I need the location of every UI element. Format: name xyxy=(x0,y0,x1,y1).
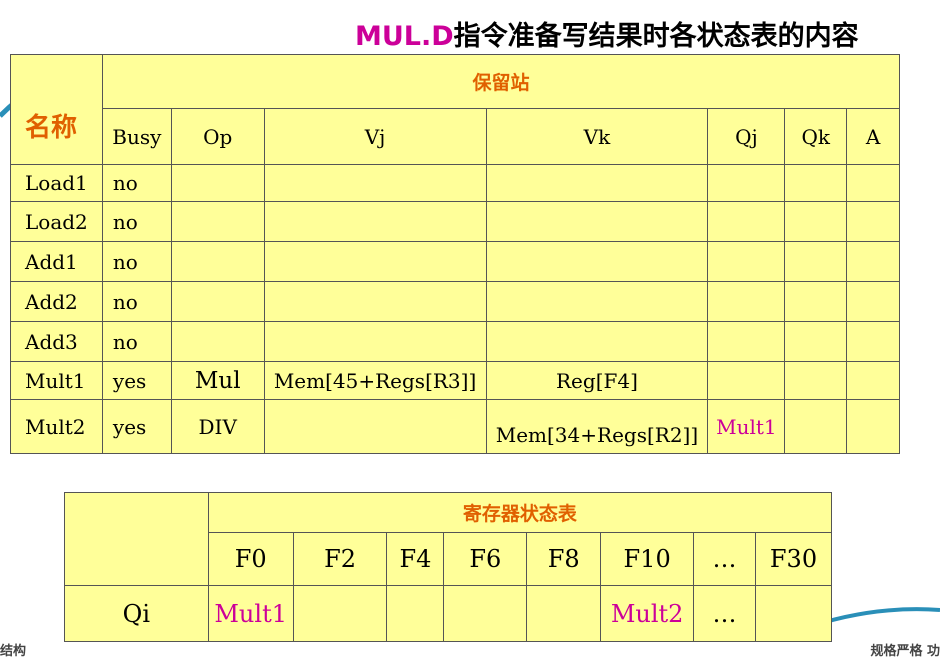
op-cell: DIV xyxy=(170,399,265,454)
table-row: Load1 no xyxy=(10,164,900,202)
table-row: Mult2 yes DIV Mem[34+Regs[R2]] Mult1 xyxy=(10,399,900,454)
vj-cell xyxy=(263,399,487,454)
reg-col-header: F0 xyxy=(207,532,294,586)
vj-cell xyxy=(263,241,487,282)
title-accent: MUL.D xyxy=(355,21,454,52)
op-cell xyxy=(170,281,265,322)
op-cell xyxy=(170,321,265,362)
reg-col-header: F6 xyxy=(443,532,528,586)
reg-col-header: F4 xyxy=(386,532,445,586)
qk-cell xyxy=(784,399,848,454)
table-row: Qi Mult1 Mult2 … xyxy=(64,585,832,642)
reg-col-header: … xyxy=(693,532,756,586)
op-cell xyxy=(170,241,265,282)
footer-right-text: 规格严格 功 xyxy=(870,644,940,659)
title-rest: 指令准备写结果时各状态表的内容 xyxy=(453,21,859,52)
busy-cell: no xyxy=(101,241,172,282)
op-cell xyxy=(170,164,265,202)
vk-cell xyxy=(485,164,709,202)
reg-col-header: F10 xyxy=(600,532,695,586)
reservation-station-table: 名称 保留站 Busy Op Vj Vk Qj Qk A Load1 no Lo… xyxy=(10,54,901,454)
vk-cell xyxy=(485,201,709,242)
vj-cell xyxy=(263,201,487,242)
qj-cell xyxy=(707,201,786,242)
reg-value-cell: … xyxy=(693,585,756,642)
reg-value-cell xyxy=(292,585,388,642)
register-status-table: 寄存器状态表 F0 F2 F4 F6 F8 F10 … F30 Qi Mult1… xyxy=(64,492,833,642)
a-cell xyxy=(846,399,900,454)
vk-cell xyxy=(485,281,709,322)
row-name: Mult1 xyxy=(10,361,103,400)
qk-cell xyxy=(784,321,848,362)
row-name: Add3 xyxy=(10,321,103,362)
row-name: Load1 xyxy=(10,164,103,202)
table-row: Add1 no xyxy=(10,241,900,282)
qj-cell xyxy=(707,321,786,362)
vj-cell: Mem[45+Regs[R3]] xyxy=(263,361,487,400)
row-name: Add2 xyxy=(10,281,103,322)
busy-cell: no xyxy=(101,164,172,202)
vj-cell xyxy=(263,321,487,362)
table-row: Add3 no xyxy=(10,321,900,362)
row-name: Add1 xyxy=(10,241,103,282)
op-cell: Mul xyxy=(170,361,265,400)
qj-cell xyxy=(707,281,786,322)
a-cell xyxy=(846,241,900,282)
qi-label: Qi xyxy=(64,585,209,642)
register-corner-cell xyxy=(64,492,209,586)
op-cell xyxy=(170,201,265,242)
qj-cell: Mult1 xyxy=(707,399,786,454)
reg-value-cell xyxy=(386,585,445,642)
col-header-qk: Qk xyxy=(784,108,848,165)
vj-cell xyxy=(263,281,487,322)
reg-value-cell: Mult2 xyxy=(600,585,695,642)
a-cell xyxy=(846,321,900,362)
reg-value-cell xyxy=(755,585,832,642)
busy-cell: yes xyxy=(101,361,172,400)
a-cell xyxy=(846,164,900,202)
col-header-vj: Vj xyxy=(263,108,487,165)
busy-cell: yes xyxy=(101,399,172,454)
qj-cell xyxy=(707,241,786,282)
reg-value-cell xyxy=(526,585,602,642)
qk-cell xyxy=(784,281,848,322)
row-name: Load2 xyxy=(10,201,103,242)
qj-cell xyxy=(707,361,786,400)
busy-cell: no xyxy=(101,321,172,362)
a-cell xyxy=(846,281,900,322)
reg-col-header: F2 xyxy=(292,532,388,586)
table-row: Mult1 yes Mul Mem[45+Regs[R3]] Reg[F4] xyxy=(10,361,900,400)
row-name: Mult2 xyxy=(10,399,103,454)
col-header-a: A xyxy=(846,108,900,165)
table-row: Add2 no xyxy=(10,281,900,322)
vk-cell: Reg[F4] xyxy=(485,361,709,400)
page-title: MUL.D指令准备写结果时各状态表的内容 xyxy=(355,14,859,53)
footer-left-text: 结构 xyxy=(0,644,27,659)
qj-cell xyxy=(707,164,786,202)
qk-cell xyxy=(784,361,848,400)
reservation-station-header: 保留站 xyxy=(101,54,901,109)
a-cell xyxy=(846,201,900,242)
col-header-qj: Qj xyxy=(707,108,786,165)
reg-value-cell: Mult1 xyxy=(207,585,294,642)
vk-cell: Mem[34+Regs[R2]] xyxy=(485,399,709,454)
table-row: Load2 no xyxy=(10,201,900,242)
vj-cell xyxy=(263,164,487,202)
vk-cell xyxy=(485,241,709,282)
col-header-vk: Vk xyxy=(485,108,709,165)
reg-col-header: F8 xyxy=(526,532,602,586)
busy-cell: no xyxy=(101,201,172,242)
reg-value-cell xyxy=(443,585,528,642)
reg-col-header: F30 xyxy=(755,532,832,586)
qk-cell xyxy=(784,241,848,282)
a-cell xyxy=(846,361,900,400)
qk-cell xyxy=(784,164,848,202)
register-status-header: 寄存器状态表 xyxy=(207,492,833,533)
col-header-busy: Busy xyxy=(101,108,172,165)
col-header-op: Op xyxy=(170,108,265,165)
name-header: 名称 xyxy=(10,54,103,165)
vk-cell xyxy=(485,321,709,362)
busy-cell: no xyxy=(101,281,172,322)
qk-cell xyxy=(784,201,848,242)
